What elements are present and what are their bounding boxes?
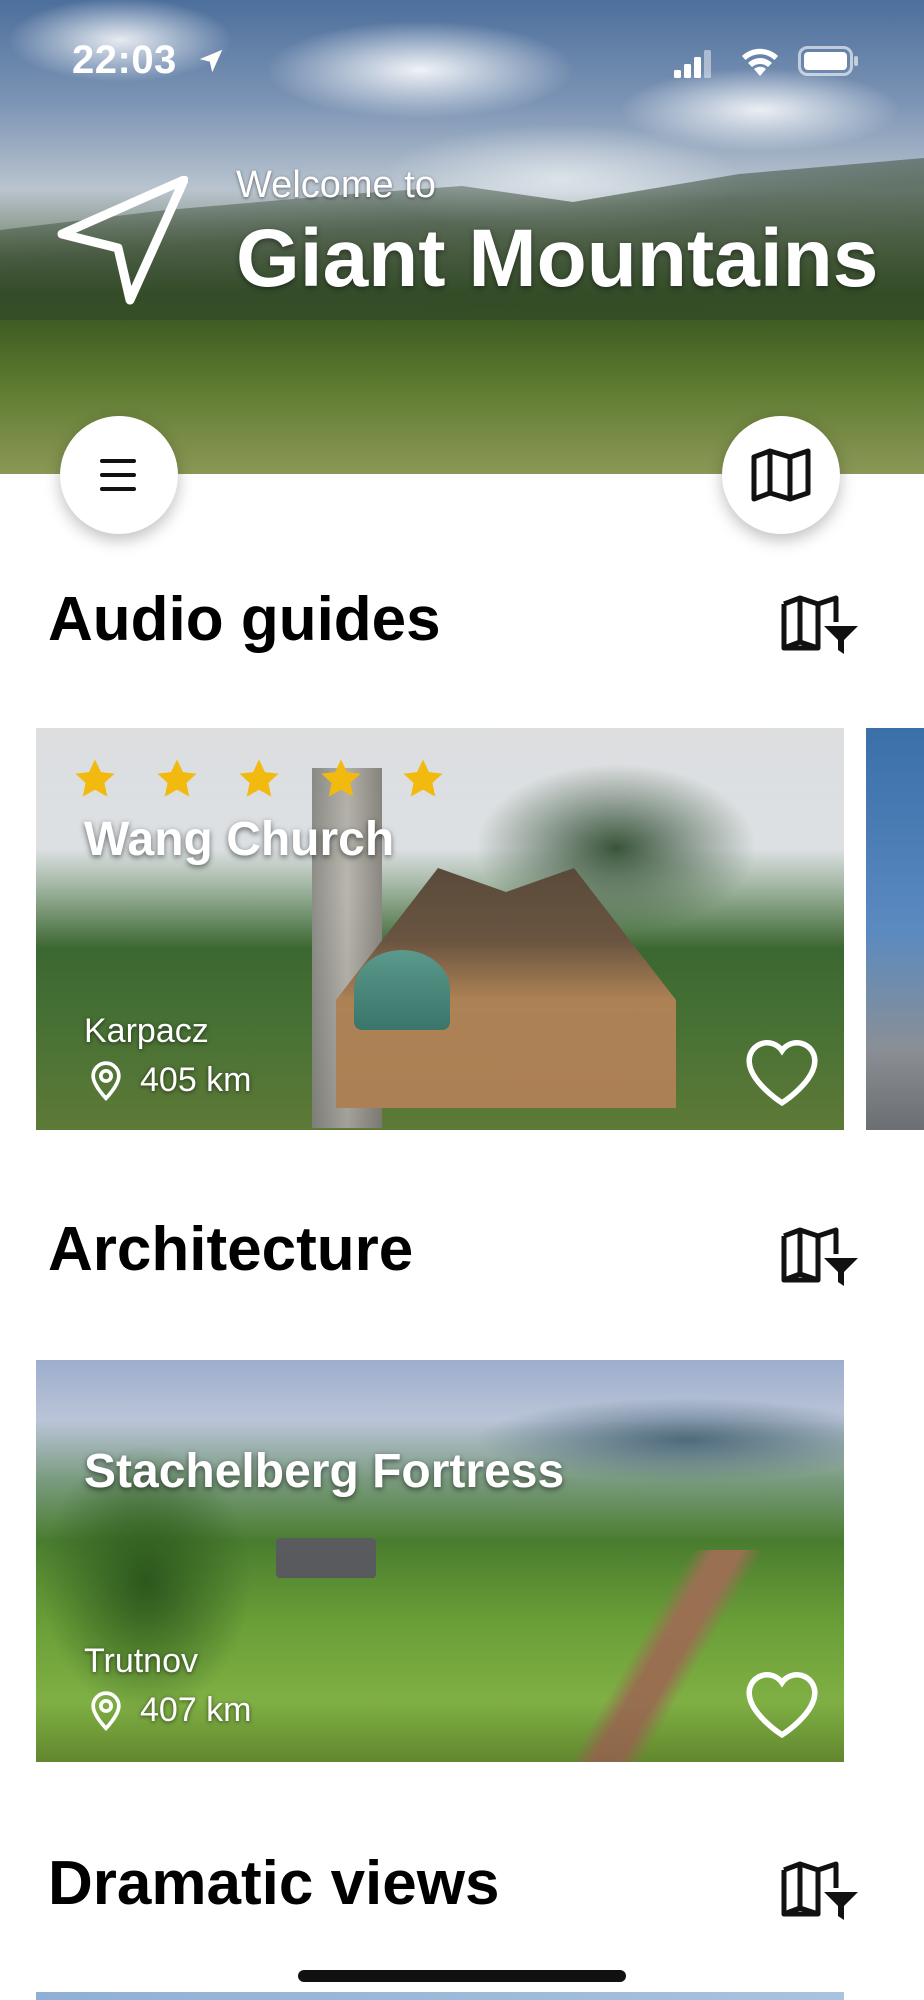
star-icon	[75, 759, 115, 797]
card-distance-value: 407 km	[140, 1690, 252, 1729]
page-title: Giant Mountains	[236, 213, 879, 304]
card-title: Stachelberg Fortress	[84, 1445, 565, 1498]
card-city: Karpacz	[84, 1012, 209, 1050]
card-title: Wang Church	[84, 813, 395, 866]
star-icon	[403, 759, 443, 797]
status-bar: 22:03	[0, 0, 924, 120]
map-filter-icon[interactable]	[780, 1858, 860, 1922]
welcome-label: Welcome to	[236, 164, 436, 206]
card-city: Trutnov	[84, 1642, 199, 1680]
rating-stars	[72, 756, 446, 802]
map-filter-icon[interactable]	[780, 592, 860, 656]
star-icon	[157, 759, 197, 797]
map-filter-icon[interactable]	[780, 1224, 860, 1288]
audio-guide-card-wang-church[interactable]: Wang Church Karpacz 405 km	[36, 728, 844, 1130]
battery-icon	[798, 46, 858, 76]
star-icon	[321, 759, 361, 797]
favorite-heart-icon[interactable]	[740, 1664, 824, 1740]
card-distance: 407 km	[84, 1688, 252, 1732]
menu-icon	[100, 459, 136, 491]
navigation-arrow-icon	[57, 176, 188, 305]
location-pin-icon	[91, 1691, 121, 1731]
home-indicator[interactable]	[298, 1970, 626, 1982]
location-pin-icon	[91, 1061, 121, 1101]
favorite-heart-icon[interactable]	[740, 1032, 824, 1108]
star-icon	[239, 759, 279, 797]
architecture-card-stachelberg-fortress[interactable]: Stachelberg Fortress Trutnov 407 km	[36, 1360, 844, 1762]
menu-button[interactable]	[60, 416, 178, 534]
map-button[interactable]	[722, 416, 840, 534]
section-title-audio-guides: Audio guides	[48, 585, 441, 654]
section-title-dramatic-views: Dramatic views	[48, 1849, 500, 1918]
wifi-icon	[742, 48, 778, 76]
status-time: 22:03	[72, 38, 177, 82]
header-hero: 22:03 Welcome to Giant Mountains	[0, 0, 924, 474]
card-distance: 405 km	[84, 1058, 252, 1102]
section-title-architecture: Architecture	[48, 1215, 414, 1284]
location-arrow-icon	[199, 49, 223, 73]
card-distance-value: 405 km	[140, 1060, 252, 1099]
next-card-peek[interactable]	[866, 728, 924, 1130]
signal-icon	[674, 50, 711, 78]
map-icon	[751, 448, 811, 502]
dramatic-views-card-peek[interactable]	[36, 1992, 844, 2000]
